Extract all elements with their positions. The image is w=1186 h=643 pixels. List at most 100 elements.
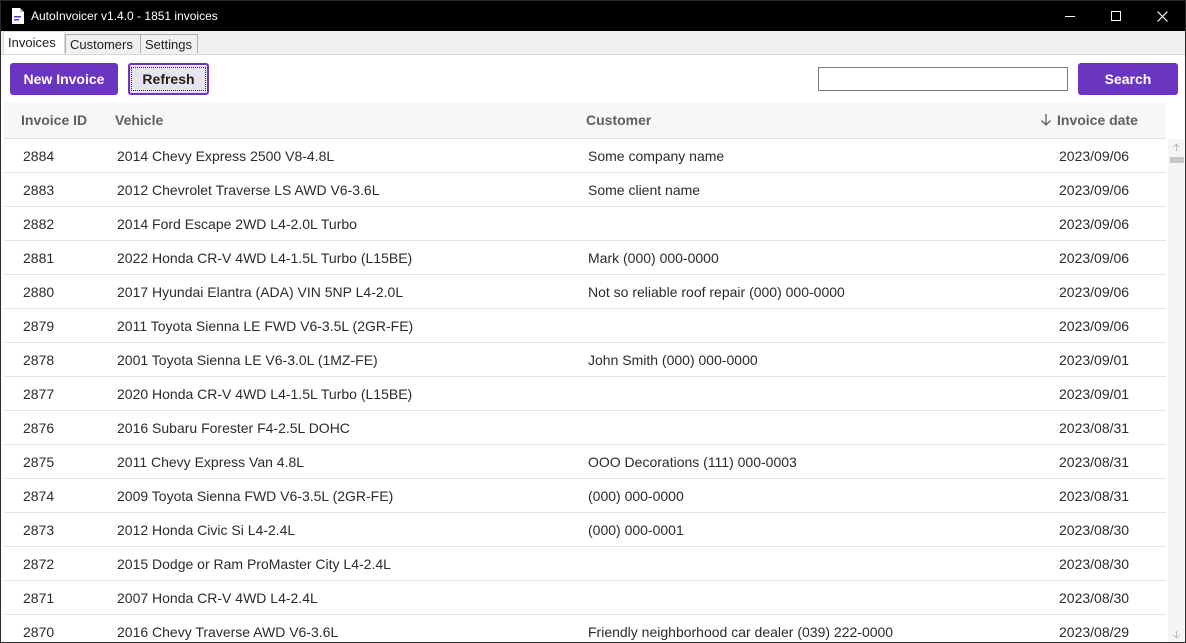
column-header-invoice-id[interactable]: Invoice ID: [21, 112, 87, 128]
table-row[interactable]: 2883 2012 Chevrolet Traverse LS AWD V6-3.…: [4, 173, 1166, 207]
column-header-invoice-date[interactable]: Invoice date: [1057, 112, 1138, 128]
cell-customer: Not so reliable roof repair (000) 000-00…: [588, 284, 845, 300]
cell-customer: (000) 000-0001: [588, 522, 684, 538]
cell-invoice-date: 2023/09/06: [1059, 250, 1130, 266]
cell-invoice-id: 2877: [23, 386, 55, 402]
close-button[interactable]: [1139, 1, 1185, 31]
cell-customer: Some company name: [588, 148, 725, 164]
cell-customer: Friendly neighborhood car dealer (039) 2…: [588, 624, 894, 640]
cell-invoice-id: 2876: [23, 420, 55, 436]
tab-settings[interactable]: Settings: [140, 34, 198, 53]
cell-invoice-date: 2023/08/31: [1059, 488, 1130, 504]
tab-customers[interactable]: Customers: [65, 34, 141, 53]
cell-vehicle: 2012 Honda Civic Si L4-2.4L: [117, 522, 296, 538]
cell-invoice-date: 2023/08/30: [1059, 522, 1130, 538]
cell-invoice-id: 2875: [23, 454, 55, 470]
minimize-button[interactable]: [1047, 1, 1093, 31]
table-row[interactable]: 2876 2016 Subaru Forester F4-2.5L DOHC 202…: [4, 411, 1166, 445]
cell-customer: Mark (000) 000-0000: [588, 250, 719, 266]
table-row[interactable]: 2871 2007 Honda CR-V 4WD L4-2.4L 2023/08/3…: [4, 581, 1166, 615]
cell-invoice-id: 2874: [23, 488, 55, 504]
scroll-up-button[interactable]: [1168, 139, 1184, 155]
cell-invoice-id: 2879: [23, 318, 55, 334]
cell-vehicle: 2009 Toyota Sienna FWD V6-3.5L (2GR-FE): [117, 488, 394, 504]
tab-strip: Invoices Customers Settings: [1, 31, 1185, 55]
refresh-button-label: Refresh: [131, 67, 206, 91]
column-header-vehicle[interactable]: Vehicle: [115, 112, 163, 128]
cell-vehicle: 2014 Ford Escape 2WD L4-2.0L Turbo: [117, 216, 357, 232]
vertical-scrollbar[interactable]: [1168, 139, 1184, 642]
table-body: 2884 2014 Chevy Express 2500 V8-4.8L Some …: [4, 139, 1166, 642]
refresh-button[interactable]: Refresh: [128, 63, 209, 95]
cell-invoice-id: 2883: [23, 182, 55, 198]
cell-invoice-date: 2023/08/31: [1059, 454, 1130, 470]
window-title: AutoInvoicer v1.4.0 - 1851 invoices: [31, 9, 218, 23]
cell-invoice-date: 2023/08/31: [1059, 420, 1130, 436]
arrow-up-icon: [1172, 142, 1180, 151]
cell-customer: Some client name: [588, 182, 701, 198]
cell-vehicle: 2011 Toyota Sienna LE FWD V6-3.5L (2GR-F…: [117, 318, 414, 334]
cell-invoice-id: 2878: [23, 352, 55, 368]
cell-vehicle: 2012 Chevrolet Traverse LS AWD V6-3.6L: [117, 182, 380, 198]
new-invoice-button[interactable]: New Invoice: [10, 63, 118, 95]
cell-vehicle: 2017 Hyundai Elantra (ADA) VIN 5NP L4-2.…: [117, 284, 404, 300]
table-row[interactable]: 2872 2015 Dodge or Ram ProMaster City L4-…: [4, 547, 1166, 581]
cell-vehicle: 2016 Chevy Traverse AWD V6-3.6L: [117, 624, 339, 640]
table-row[interactable]: 2877 2020 Honda CR-V 4WD L4-1.5L Turbo (L…: [4, 377, 1166, 411]
cell-invoice-date: 2023/09/06: [1059, 284, 1130, 300]
cell-vehicle: 2011 Chevy Express Van 4.8L: [117, 454, 305, 470]
cell-customer: John Smith (000) 000-0000: [588, 352, 758, 368]
scroll-down-button[interactable]: [1168, 626, 1184, 642]
table-row[interactable]: 2870 2016 Chevy Traverse AWD V6-3.6L Frien…: [4, 615, 1166, 642]
cell-invoice-id: 2873: [23, 522, 55, 538]
cell-invoice-id: 2870: [23, 624, 55, 640]
cell-invoice-date: 2023/08/29: [1059, 624, 1130, 640]
column-header-customer[interactable]: Customer: [586, 112, 651, 128]
table-row[interactable]: 2881 2022 Honda CR-V 4WD L4-1.5L Turbo (L…: [4, 241, 1166, 275]
cell-invoice-id: 2880: [23, 284, 55, 300]
maximize-button[interactable]: [1093, 1, 1139, 31]
arrow-down-icon: [1172, 630, 1180, 639]
title-bar: AutoInvoicer v1.4.0 - 1851 invoices: [1, 1, 1185, 31]
maximize-icon: [1111, 11, 1121, 21]
scrollbar-thumb[interactable]: [1170, 157, 1184, 163]
cell-invoice-date: 2023/09/01: [1059, 352, 1130, 368]
table-row[interactable]: 2873 2012 Honda Civic Si L4-2.4L (000) 000…: [4, 513, 1166, 547]
cell-invoice-date: 2023/09/06: [1059, 148, 1130, 164]
cell-vehicle: 2015 Dodge or Ram ProMaster City L4-2.4L: [117, 556, 391, 572]
cell-invoice-date: 2023/09/01: [1059, 386, 1130, 402]
cell-invoice-date: 2023/09/06: [1059, 182, 1130, 198]
table-row[interactable]: 2875 2011 Chevy Express Van 4.8L OOO Decor…: [4, 445, 1166, 479]
cell-customer: (000) 000-0000: [588, 488, 684, 504]
app-window: AutoInvoicer v1.4.0 - 1851 invoices Invo…: [0, 0, 1186, 643]
cell-vehicle: 2020 Honda CR-V 4WD L4-1.5L Turbo (L15BE…: [117, 386, 413, 402]
cell-customer: OOO Decorations (111) 000-0003: [588, 454, 797, 470]
invoices-table: Invoice ID Vehicle Customer Invoice date…: [4, 102, 1184, 642]
table-row[interactable]: 2878 2001 Toyota Sienna LE V6-3.0L (1MZ-F…: [4, 343, 1166, 377]
cell-invoice-id: 2884: [23, 148, 55, 164]
minimize-icon: [1065, 16, 1075, 17]
tab-invoices[interactable]: Invoices: [3, 31, 65, 54]
table-row[interactable]: 2880 2017 Hyundai Elantra (ADA) VIN 5NP L…: [4, 275, 1166, 309]
table-row[interactable]: 2879 2011 Toyota Sienna LE FWD V6-3.5L (2…: [4, 309, 1166, 343]
table-header: Invoice ID Vehicle Customer Invoice date: [4, 102, 1166, 139]
cell-vehicle: 2001 Toyota Sienna LE V6-3.0L (1MZ-FE): [117, 352, 378, 368]
cell-invoice-id: 2882: [23, 216, 55, 232]
cell-invoice-date: 2023/09/06: [1059, 318, 1130, 334]
cell-invoice-id: 2872: [23, 556, 55, 572]
table-row[interactable]: 2874 2009 Toyota Sienna FWD V6-3.5L (2GR-…: [4, 479, 1166, 513]
search-input[interactable]: [818, 67, 1068, 91]
document-icon: [12, 8, 24, 24]
search-button[interactable]: Search: [1078, 63, 1178, 95]
cell-invoice-id: 2881: [23, 250, 55, 266]
cell-vehicle: 2022 Honda CR-V 4WD L4-1.5L Turbo (L15BE…: [117, 250, 413, 266]
cell-invoice-date: 2023/08/30: [1059, 556, 1130, 572]
table-row[interactable]: 2882 2014 Ford Escape 2WD L4-2.0L Turbo 20…: [4, 207, 1166, 241]
sort-descending-icon: [1041, 114, 1051, 126]
cell-vehicle: 2014 Chevy Express 2500 V8-4.8L: [117, 148, 335, 164]
cell-invoice-id: 2871: [23, 590, 55, 606]
cell-vehicle: 2016 Subaru Forester F4-2.5L DOHC: [117, 420, 350, 436]
table-row[interactable]: 2884 2014 Chevy Express 2500 V8-4.8L Some …: [4, 139, 1166, 173]
cell-invoice-date: 2023/09/06: [1059, 216, 1130, 232]
close-icon: [1156, 10, 1168, 22]
